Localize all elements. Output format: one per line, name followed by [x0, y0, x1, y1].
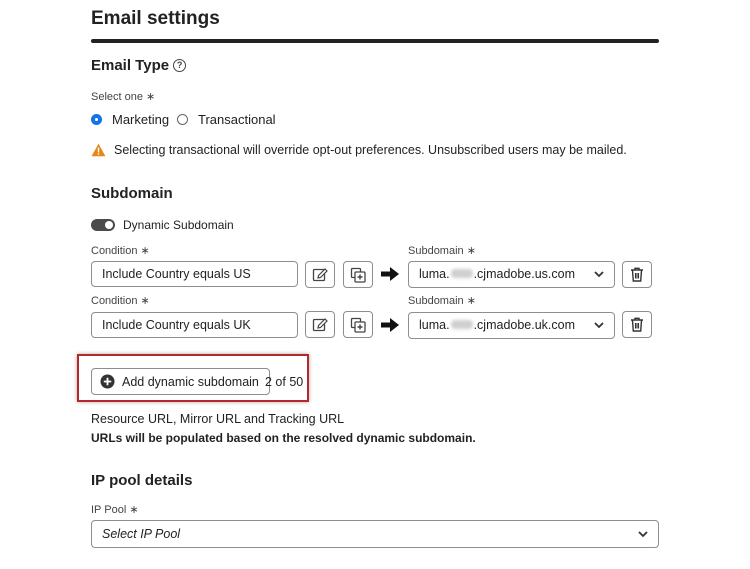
subdomain-select-1[interactable]: luma. .cjmadobe.us.com — [408, 261, 615, 288]
condition-label-1: Condition ∗ — [91, 245, 150, 257]
add-button-label: Add dynamic subdomain — [122, 374, 259, 389]
warning-icon — [91, 143, 106, 157]
trash-icon — [631, 317, 643, 332]
edit-condition-button-1[interactable] — [305, 261, 335, 288]
duplicate-icon — [350, 317, 366, 333]
delete-button-2[interactable] — [622, 311, 652, 338]
add-circle-icon — [100, 374, 115, 389]
page-title: Email settings — [91, 8, 220, 29]
delete-button-1[interactable] — [622, 261, 652, 288]
chevron-down-icon — [638, 531, 648, 538]
duplicate-icon — [350, 267, 366, 283]
toggle-switch[interactable] — [91, 219, 115, 231]
radio-transactional[interactable]: Transactional — [177, 112, 276, 127]
condition-field-1[interactable]: Include Country equals US — [91, 261, 298, 287]
edit-condition-button-2[interactable] — [305, 311, 335, 338]
urls-title: Resource URL, Mirror URL and Tracking UR… — [91, 412, 345, 426]
email-type-label: Email Type — [91, 57, 170, 74]
ip-pool-placeholder: Select IP Pool — [102, 527, 181, 541]
warning-text: Selecting transactional will override op… — [114, 143, 627, 157]
condition-label-2: Condition ∗ — [91, 295, 150, 307]
subdomain-prefix-2: luma. — [419, 318, 450, 332]
condition-field-2[interactable]: Include Country equals UK — [91, 312, 298, 338]
help-circle-icon[interactable]: ? — [173, 59, 187, 72]
arrow-right-icon — [381, 318, 399, 332]
radio-marketing[interactable]: Marketing — [91, 112, 169, 127]
email-type-heading: Email Type? — [91, 57, 187, 74]
urls-note: URLs will be populated based on the reso… — [91, 431, 476, 445]
chevron-down-icon — [594, 271, 604, 278]
subdomain-label-2: Subdomain ∗ — [408, 295, 476, 307]
title-divider — [91, 39, 659, 43]
select-one-label: Select one ∗ — [91, 91, 156, 103]
radio-marketing-indicator[interactable] — [91, 114, 102, 125]
arrow-right-icon — [381, 267, 399, 281]
transactional-warning: Selecting transactional will override op… — [91, 143, 627, 157]
add-dynamic-subdomain-button[interactable]: Add dynamic subdomain — [91, 368, 270, 395]
radio-marketing-label: Marketing — [112, 112, 170, 127]
duplicate-button-2[interactable] — [343, 311, 373, 338]
subdomain-heading: Subdomain — [91, 185, 173, 202]
subdomain-label-1: Subdomain ∗ — [408, 245, 476, 257]
dynamic-subdomain-toggle[interactable]: Dynamic Subdomain — [91, 218, 234, 232]
subdomain-count: 2 of 50 — [265, 375, 304, 389]
chevron-down-icon — [594, 322, 604, 329]
radio-transactional-indicator[interactable] — [177, 114, 188, 125]
subdomain-suffix-1: .cjmadobe.us.com — [473, 267, 576, 281]
subdomain-select-2[interactable]: luma. .cjmadobe.uk.com — [408, 312, 615, 339]
redacted-text — [450, 269, 473, 278]
radio-transactional-label: Transactional — [198, 112, 276, 127]
ip-pool-select[interactable]: Select IP Pool — [91, 520, 659, 548]
subdomain-prefix-1: luma. — [419, 267, 450, 281]
edit-icon — [312, 267, 328, 281]
subdomain-suffix-2: .cjmadobe.uk.com — [473, 318, 576, 332]
toggle-label: Dynamic Subdomain — [123, 218, 234, 232]
redacted-text — [450, 320, 473, 329]
trash-icon — [631, 267, 643, 282]
ip-pool-label: IP Pool ∗ — [91, 504, 139, 516]
edit-icon — [312, 317, 328, 331]
ip-pool-heading: IP pool details — [91, 472, 193, 489]
duplicate-button-1[interactable] — [343, 261, 373, 288]
